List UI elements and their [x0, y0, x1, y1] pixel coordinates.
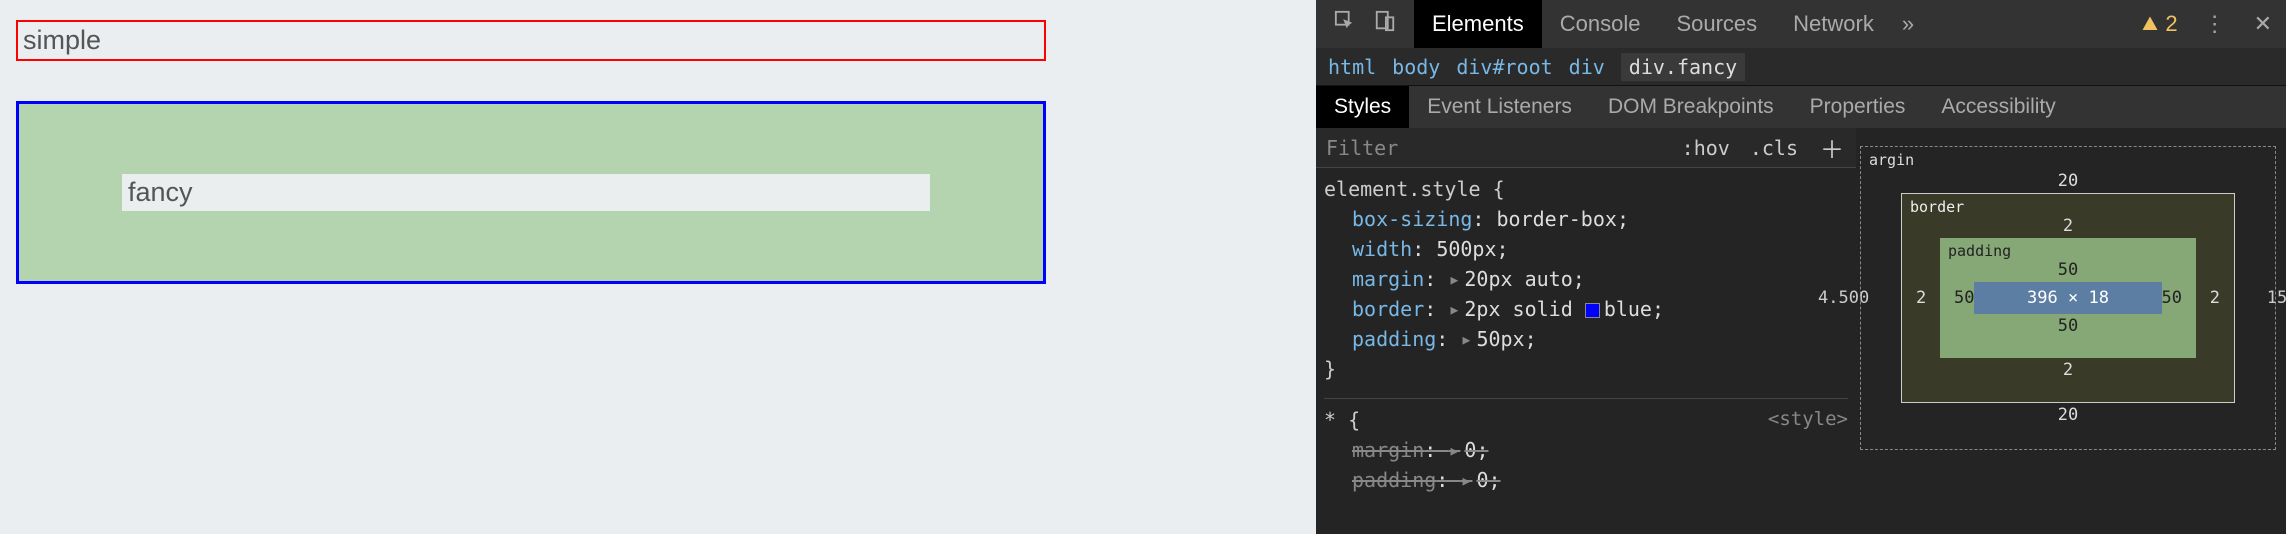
crumb-div[interactable]: div [1569, 55, 1605, 79]
styles-filter-input[interactable] [1316, 136, 1672, 160]
prop-ua-margin[interactable]: margin: ▸0; [1352, 435, 1768, 465]
devtools-top-bar: Elements Console Sources Network » 2 ⋮ ✕ [1316, 0, 2286, 48]
padding-left-value: 50 [1954, 288, 1974, 308]
rule-close-brace: } [1324, 354, 1848, 384]
subtab-accessibility[interactable]: Accessibility [1923, 86, 2073, 128]
warning-badge[interactable]: 2 [2129, 11, 2189, 37]
device-icon[interactable] [1374, 10, 1396, 38]
dom-breadcrumb: html body div#root div div.fancy [1316, 48, 2286, 86]
prop-box-sizing[interactable]: box-sizing: border-box; [1352, 204, 1848, 234]
border-left-value: 2 [1916, 288, 1926, 308]
crumb-root[interactable]: div#root [1456, 55, 1552, 79]
kebab-menu-icon[interactable]: ⋮ [2190, 11, 2240, 37]
rule-body: box-sizing: border-box; width: 500px; ma… [1324, 204, 1848, 354]
devtools-sub-tabs: Styles Event Listeners DOM Breakpoints P… [1316, 86, 2286, 128]
tab-console[interactable]: Console [1542, 0, 1659, 48]
more-tabs-chevron[interactable]: » [1892, 11, 1924, 37]
prop-border[interactable]: border: ▸2px solid blue; [1352, 294, 1848, 324]
rule2-source[interactable]: <style> [1768, 405, 1848, 495]
user-agent-rule: * { margin: ▸0; padding: ▸0; <style> [1324, 398, 1848, 495]
box-model-border[interactable]: border 2 2 2 padding 50 50 50 396 × 18 [1901, 193, 2235, 403]
styles-pane: :hov .cls ＋ element.style { box-sizing: … [1316, 128, 1856, 534]
prop-ua-padding[interactable]: padding: ▸0; [1352, 465, 1768, 495]
style-rules: element.style { box-sizing: border-box; … [1316, 168, 1856, 501]
margin-label: argin [1869, 151, 1914, 169]
rendered-page: simple fancy [0, 0, 1316, 534]
element-style-selector[interactable]: element.style { [1324, 174, 1848, 204]
border-label: border [1910, 198, 1964, 216]
prop-margin[interactable]: margin: ▸20px auto; [1352, 264, 1848, 294]
hov-toggle[interactable]: :hov [1672, 136, 1740, 160]
crumb-body[interactable]: body [1392, 55, 1440, 79]
prop-padding[interactable]: padding: ▸50px; [1352, 324, 1848, 354]
padding-label: padding [1948, 242, 2011, 260]
tab-elements[interactable]: Elements [1414, 0, 1542, 48]
subtab-dom-breakpoints[interactable]: DOM Breakpoints [1590, 86, 1792, 128]
padding-right-value: 50 [2162, 288, 2182, 308]
box-model-content[interactable]: 396 × 18 [1974, 282, 2162, 314]
tab-network[interactable]: Network [1775, 0, 1892, 48]
devtools-main: :hov .cls ＋ element.style { box-sizing: … [1316, 128, 2286, 534]
fancy-box-text: fancy [128, 177, 193, 207]
cls-toggle[interactable]: .cls [1740, 136, 1808, 160]
tab-sources[interactable]: Sources [1658, 0, 1775, 48]
devtools-panel: Elements Console Sources Network » 2 ⋮ ✕… [1316, 0, 2286, 534]
styles-filter-row: :hov .cls ＋ [1316, 128, 1856, 168]
inspect-icon[interactable] [1334, 10, 1356, 38]
box-model-pane: 4.500 154.5 argin 20 border 2 2 2 paddin… [1856, 128, 2286, 534]
subtab-styles[interactable]: Styles [1316, 86, 1409, 128]
simple-box: simple [16, 20, 1046, 61]
border-top-value: 2 [1940, 216, 2196, 236]
simple-box-text: simple [23, 25, 101, 55]
close-icon[interactable]: ✕ [2240, 11, 2286, 37]
box-model-padding[interactable]: padding 50 50 50 396 × 18 50 [1940, 238, 2196, 358]
box-model-margin[interactable]: argin 20 border 2 2 2 padding 50 50 50 [1860, 146, 2276, 450]
padding-top-value: 50 [1974, 260, 2162, 280]
crumb-html[interactable]: html [1328, 55, 1376, 79]
border-bottom-value: 2 [1940, 360, 2196, 380]
margin-bottom-value: 20 [1901, 405, 2235, 425]
border-right-value: 2 [2210, 288, 2220, 308]
rule2-selector[interactable]: * { [1324, 405, 1768, 435]
new-style-rule-icon[interactable]: ＋ [1808, 130, 1856, 165]
prop-width[interactable]: width: 500px; [1352, 234, 1848, 264]
crumb-selected[interactable]: div.fancy [1621, 53, 1745, 81]
content-dimensions: 396 × 18 [2027, 288, 2109, 308]
fancy-box-content: fancy [122, 174, 930, 211]
subtab-properties[interactable]: Properties [1792, 86, 1924, 128]
margin-top-value: 20 [1901, 171, 2235, 191]
padding-bottom-value: 50 [1974, 316, 2162, 336]
subtab-event-listeners[interactable]: Event Listeners [1409, 86, 1590, 128]
color-swatch-icon[interactable] [1585, 303, 1600, 318]
fancy-box: fancy [16, 101, 1046, 284]
